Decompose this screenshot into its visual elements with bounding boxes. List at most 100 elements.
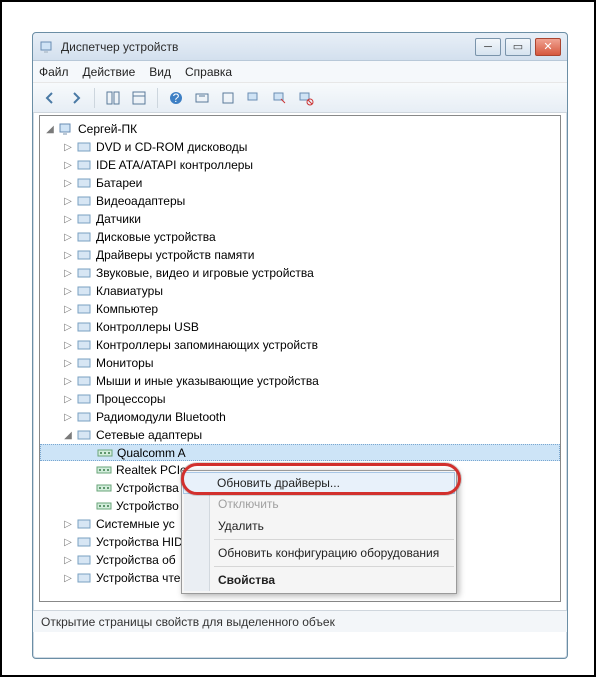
expand-icon[interactable]: ▷ — [62, 536, 74, 548]
context-separator — [214, 539, 454, 540]
expand-icon[interactable]: ▷ — [62, 393, 74, 405]
node-label: Realtek PCIe — [116, 463, 187, 477]
minimize-button[interactable]: ─ — [475, 38, 501, 56]
expand-icon[interactable]: ◢ — [62, 429, 74, 441]
tree-category[interactable]: ▷ Клавиатуры — [40, 282, 560, 300]
tree-category[interactable]: ▷Радиомодули Bluetooth — [40, 408, 560, 426]
close-button[interactable]: ✕ — [535, 38, 561, 56]
node-label: DVD и CD-ROM дисководы — [96, 140, 247, 154]
menu-disable[interactable]: Отключить — [184, 493, 454, 515]
tree-category[interactable]: ▷Драйверы устройств памяти — [40, 246, 560, 264]
node-label: Сергей-ПК — [78, 122, 137, 136]
help-button[interactable]: ? — [165, 87, 187, 109]
expand-icon[interactable]: ▷ — [62, 303, 74, 315]
tb-icon-4[interactable] — [191, 87, 213, 109]
device-icon — [76, 157, 92, 173]
menu-update-drivers[interactable]: Обновить драйверы... — [183, 472, 455, 494]
device-manager-window: Диспетчер устройств ─ ▭ ✕ Файл Действие … — [32, 32, 568, 659]
tree-category[interactable]: ◢ Сетевые адаптеры — [40, 426, 560, 444]
maximize-button[interactable]: ▭ — [505, 38, 531, 56]
tree-category[interactable]: ▷ Процессоры — [40, 390, 560, 408]
tree-category[interactable]: ▷ Батареи — [40, 174, 560, 192]
node-label: Звуковые, видео и игровые устройства — [96, 266, 314, 280]
tb-icon-2[interactable] — [128, 87, 150, 109]
status-text: Открытие страницы свойств для выделенног… — [41, 615, 335, 629]
expand-icon[interactable]: ▷ — [62, 518, 74, 530]
toolbar: ? — [33, 83, 567, 113]
expand-icon[interactable]: ▷ — [62, 141, 74, 153]
menu-scan-hardware[interactable]: Обновить конфигурацию оборудования — [184, 542, 454, 564]
expand-icon[interactable]: ▷ — [62, 572, 74, 584]
expand-icon[interactable]: ▷ — [62, 249, 74, 261]
expand-icon[interactable]: ▷ — [62, 357, 74, 369]
tree-category[interactable]: ▷ Звуковые, видео и игровые устройства — [40, 264, 560, 282]
node-label: Мониторы — [96, 356, 153, 370]
node-label: Сетевые адаптеры — [96, 428, 202, 442]
expand-icon[interactable]: ▷ — [62, 213, 74, 225]
expand-icon[interactable]: ▷ — [62, 321, 74, 333]
device-icon — [76, 355, 92, 371]
tree-category[interactable]: ▷ Мониторы — [40, 354, 560, 372]
tree-category[interactable]: ▷Контроллеры запоминающих устройств — [40, 336, 560, 354]
menu-properties[interactable]: Свойства — [184, 569, 454, 591]
expand-icon[interactable]: ▷ — [62, 231, 74, 243]
menu-file[interactable]: Файл — [39, 65, 69, 79]
svg-text:?: ? — [173, 91, 180, 105]
expand-icon[interactable]: ▷ — [62, 177, 74, 189]
tb-icon-6[interactable] — [243, 87, 265, 109]
device-icon — [76, 319, 92, 335]
tb-icon-5[interactable] — [217, 87, 239, 109]
tree-root[interactable]: ◢ Сергей-ПК — [40, 120, 560, 138]
separator — [94, 88, 95, 108]
expand-icon[interactable]: ▷ — [62, 411, 74, 423]
expand-icon[interactable]: ▷ — [62, 285, 74, 297]
node-label: Датчики — [96, 212, 141, 226]
device-icon — [76, 337, 92, 353]
tree-category[interactable]: ▷Видеоадаптеры — [40, 192, 560, 210]
tb-icon-1[interactable] — [102, 87, 124, 109]
device-icon — [76, 409, 92, 425]
tree-category[interactable]: ▷ DVD и CD-ROM дисководы — [40, 138, 560, 156]
device-icon — [58, 121, 74, 137]
outer-frame: Диспетчер устройств ─ ▭ ✕ Файл Действие … — [0, 0, 596, 677]
tree-category[interactable]: ▷ Датчики — [40, 210, 560, 228]
expand-icon[interactable]: ▷ — [62, 267, 74, 279]
forward-button[interactable] — [65, 87, 87, 109]
menu-help[interactable]: Справка — [185, 65, 232, 79]
tree-category[interactable]: ▷Дисковые устройства — [40, 228, 560, 246]
tree-category[interactable]: ▷IDE ATA/ATAPI контроллеры — [40, 156, 560, 174]
collapse-icon[interactable]: ◢ — [44, 123, 56, 135]
context-separator — [214, 566, 454, 567]
menu-action[interactable]: Действие — [83, 65, 136, 79]
titlebar: Диспетчер устройств ─ ▭ ✕ — [33, 33, 567, 61]
menu-remove[interactable]: Удалить — [184, 515, 454, 537]
device-icon — [76, 516, 92, 532]
expand-icon[interactable]: ▷ — [62, 375, 74, 387]
device-icon — [76, 373, 92, 389]
tb-icon-8[interactable] — [295, 87, 317, 109]
tree-category[interactable]: ▷ Компьютер — [40, 300, 560, 318]
expand-icon[interactable]: ▷ — [62, 195, 74, 207]
node-label: Системные ус — [96, 517, 175, 531]
tree-category[interactable]: ▷Мыши и иные указывающие устройства — [40, 372, 560, 390]
expand-icon[interactable]: ▷ — [62, 339, 74, 351]
tb-icon-7[interactable] — [269, 87, 291, 109]
node-label: Устройства HID — [96, 535, 183, 549]
node-label: Контроллеры USB — [96, 320, 199, 334]
context-menu: Обновить драйверы... Отключить Удалить О… — [181, 470, 457, 594]
expand-icon[interactable]: ▷ — [62, 554, 74, 566]
device-icon — [76, 175, 92, 191]
tree-device[interactable]: Qualcomm A — [40, 444, 560, 461]
device-icon — [76, 247, 92, 263]
back-button[interactable] — [39, 87, 61, 109]
tree-category[interactable]: ▷ Контроллеры USB — [40, 318, 560, 336]
node-label: Батареи — [96, 176, 142, 190]
node-label: Клавиатуры — [96, 284, 163, 298]
menu-view[interactable]: Вид — [149, 65, 171, 79]
expand-icon[interactable]: ▷ — [62, 159, 74, 171]
node-label: Процессоры — [96, 392, 166, 406]
device-icon — [76, 391, 92, 407]
node-label: Компьютер — [96, 302, 158, 316]
device-icon — [96, 462, 112, 478]
node-label: Устройства B — [116, 481, 190, 495]
